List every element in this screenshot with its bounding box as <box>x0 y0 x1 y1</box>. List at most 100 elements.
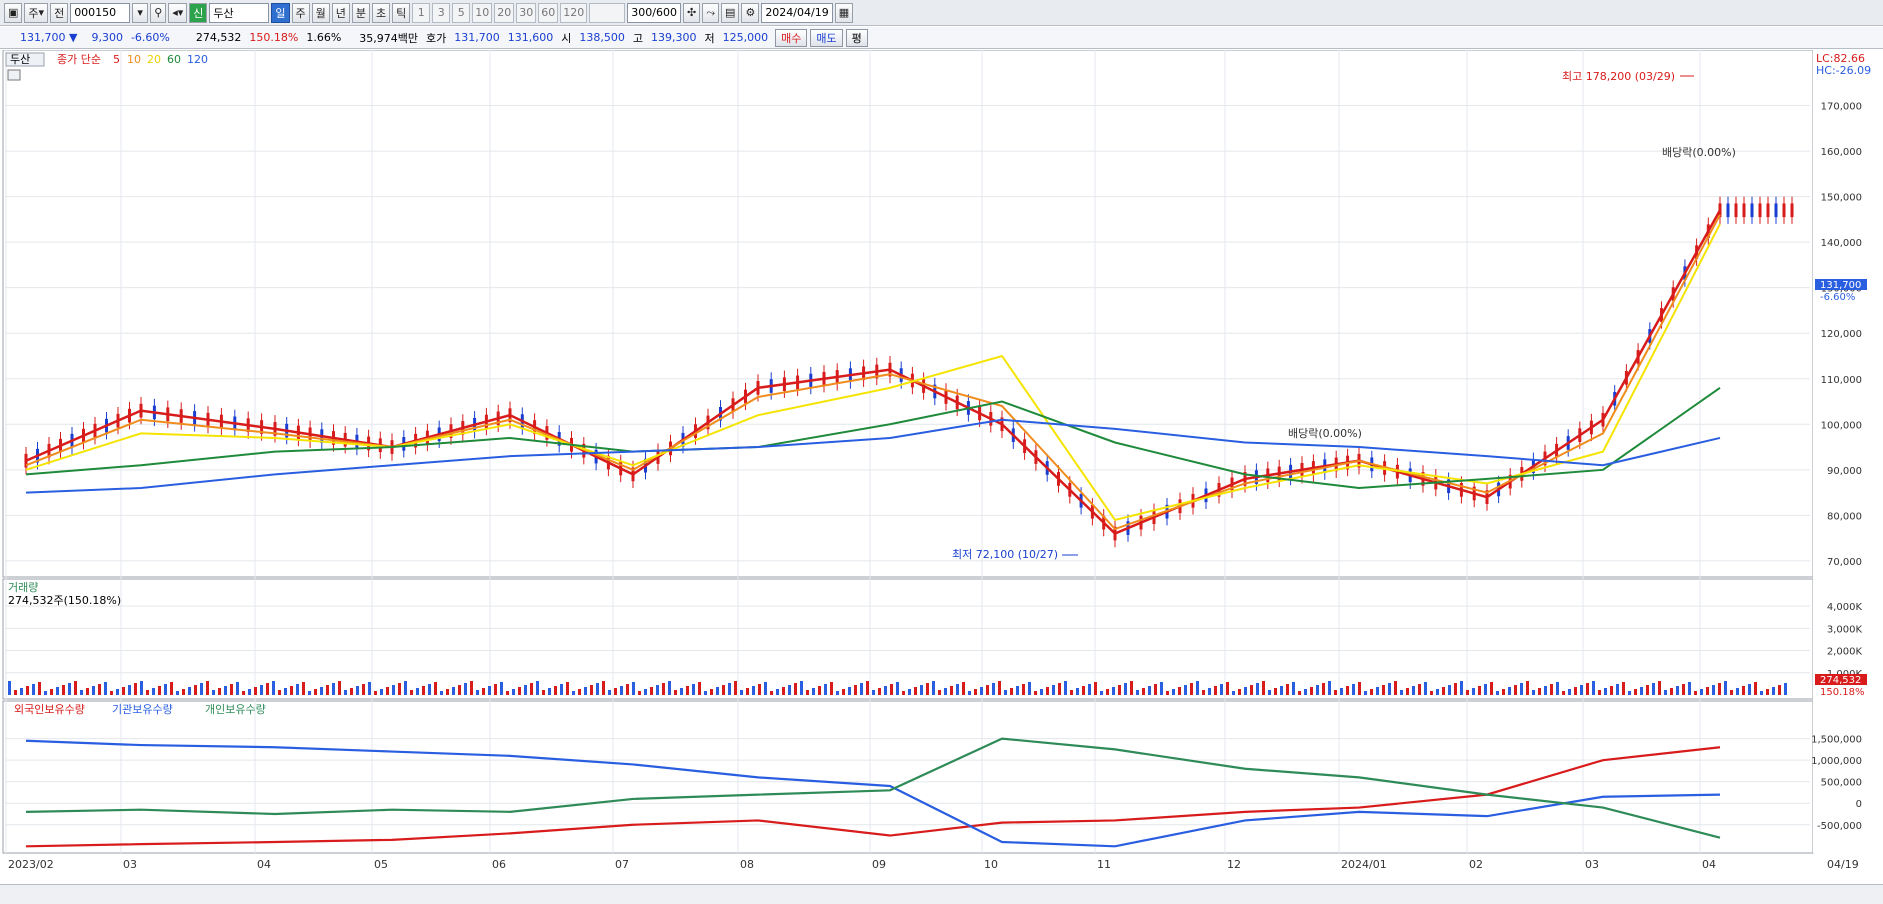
volume-bar <box>1238 689 1241 695</box>
volume-bar <box>482 688 485 695</box>
volume-bar <box>350 688 353 695</box>
volume-bar <box>254 687 257 695</box>
period-minute[interactable]: 분 <box>351 2 371 23</box>
volume-bar <box>554 686 557 695</box>
stock-chart[interactable]: 170,000160,000150,000140,000130,000120,0… <box>0 50 1883 884</box>
volume-bar <box>356 686 359 695</box>
volume-bar <box>716 687 719 695</box>
volume-bar <box>1274 688 1277 695</box>
stock-name-field[interactable]: 두산 <box>209 2 270 23</box>
search-icon[interactable]: ⚲ <box>150 2 167 23</box>
volume-bar <box>428 684 431 695</box>
minute-opt-5[interactable]: 5 <box>452 2 471 23</box>
code-input[interactable]: 000150 <box>70 2 131 23</box>
open-price: 138,500 <box>579 31 625 44</box>
volume-bar <box>1232 691 1235 695</box>
code-dropdown-icon[interactable]: ▾ <box>132 2 149 23</box>
volume-bar <box>1118 685 1121 695</box>
period-month[interactable]: 월 <box>311 2 330 23</box>
minute-opt-10[interactable]: 10 <box>472 2 493 23</box>
calendar-icon[interactable]: ▦ <box>834 2 854 23</box>
volume-bar <box>188 687 191 695</box>
volume-bar <box>1022 684 1025 695</box>
menu-icon[interactable]: ▣ <box>4 2 23 23</box>
x-axis-tick: 04 <box>1702 858 1716 871</box>
annotation-high: 최고 178,200 (03/29) <box>1562 70 1675 83</box>
volume-bar <box>644 689 647 695</box>
mode-select[interactable]: 주 ▾ <box>24 2 49 23</box>
volume-bar <box>1454 683 1457 695</box>
volume-bar <box>362 684 365 695</box>
volume-bar <box>1286 684 1289 695</box>
ma-legend-60: 60 <box>167 53 181 66</box>
period-tick[interactable]: 틱 <box>392 2 411 23</box>
volume-value-label: 274,532주(150.18%) <box>8 594 121 607</box>
volume-bar <box>1460 681 1463 695</box>
prev-icon[interactable]: ◂▾ <box>168 2 188 23</box>
volume-bar <box>1658 681 1661 695</box>
volume-bar <box>548 688 551 695</box>
volume-bar <box>296 684 299 695</box>
minute-opt-60[interactable]: 60 <box>538 2 559 23</box>
volume-bar <box>536 681 539 695</box>
volume-bar <box>698 682 701 695</box>
volume-bar <box>1562 691 1565 695</box>
volume-bar <box>260 685 263 695</box>
volume-bar <box>1532 690 1535 695</box>
period-day[interactable]: 일 <box>271 2 290 23</box>
count-input[interactable]: 300/600 <box>627 2 681 23</box>
grid-toggle-icon[interactable] <box>7 69 21 81</box>
volume-bar <box>1178 687 1181 695</box>
volume-bar <box>680 688 683 695</box>
volume-bar <box>86 688 89 695</box>
settings-icon[interactable]: ⚙ <box>741 2 760 23</box>
ma-legend-20: 20 <box>147 53 161 66</box>
volume-bar <box>1082 686 1085 695</box>
volume-bar <box>464 683 467 695</box>
volume-bar <box>530 683 533 695</box>
volume-bar <box>458 685 461 695</box>
date-input[interactable]: 2024/04/19 <box>761 2 833 23</box>
minute-opt-20[interactable]: 20 <box>494 2 515 23</box>
crosshair-icon[interactable]: ✣ <box>683 2 701 23</box>
volume-bar <box>110 691 113 695</box>
volume-bar <box>1418 684 1421 695</box>
x-axis-tick: 10 <box>984 858 998 871</box>
x-axis-tick: 05 <box>374 858 388 871</box>
volume-bar <box>950 686 953 695</box>
code-value: 000150 <box>74 6 117 19</box>
volume-bar <box>1652 683 1655 695</box>
minute-custom-input[interactable] <box>589 2 626 23</box>
buy-button[interactable]: 매수 <box>775 28 808 47</box>
volume-bar <box>1262 681 1265 695</box>
minute-opt-120[interactable]: 120 <box>560 2 588 23</box>
price-panel[interactable] <box>2 50 1814 578</box>
period-second[interactable]: 초 <box>372 2 391 23</box>
period-week[interactable]: 주 <box>291 2 310 23</box>
volume-bar <box>344 690 347 695</box>
save-icon[interactable]: ▤ <box>721 2 740 23</box>
minute-opt-1[interactable]: 1 <box>412 2 431 23</box>
minute-opt-30[interactable]: 30 <box>516 2 537 23</box>
candle-body <box>1750 203 1754 218</box>
volume-bar <box>134 683 137 695</box>
volume-bar <box>1268 690 1271 695</box>
trend-icon[interactable]: ⤳ <box>702 2 720 23</box>
minute-opt-3[interactable]: 3 <box>432 2 451 23</box>
volume-bar <box>1520 683 1523 695</box>
volume-bar <box>1544 686 1547 695</box>
volume-bar <box>1364 691 1367 695</box>
x-axis-tick: 04 <box>257 858 271 871</box>
volume-bar <box>1280 686 1283 695</box>
volume-bar <box>1034 691 1037 695</box>
volume-bar <box>1094 682 1097 695</box>
period-year[interactable]: 년 <box>331 2 350 23</box>
type-button[interactable]: 전 <box>50 2 69 23</box>
price-y-tick: 170,000 <box>1821 102 1862 113</box>
volume-bar <box>1568 689 1571 695</box>
volume-bar <box>1466 690 1469 695</box>
eval-button[interactable]: 평 <box>845 28 868 47</box>
holdings-panel[interactable] <box>2 700 1814 854</box>
volume-bar <box>98 684 101 695</box>
sell-button[interactable]: 매도 <box>810 28 843 47</box>
